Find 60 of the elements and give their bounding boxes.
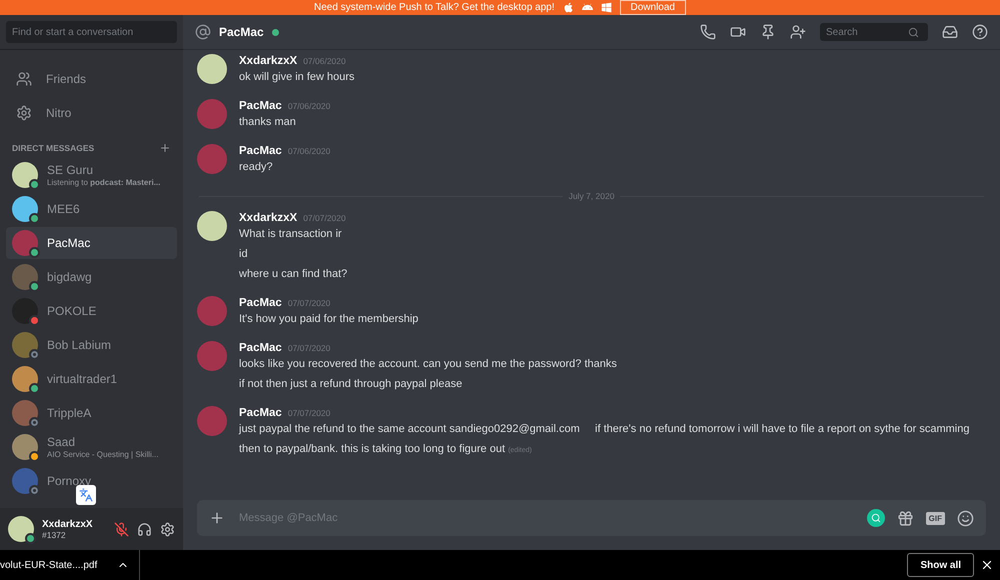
search-field[interactable]: Search xyxy=(820,23,928,41)
dm-name: PacMac xyxy=(47,236,90,250)
author-name: PacMac xyxy=(239,342,282,354)
gif-button[interactable]: GIF xyxy=(926,512,945,524)
search-input[interactable]: Search xyxy=(824,26,908,38)
user-tag: #1372 xyxy=(42,530,93,540)
dm-name: virtualtrader1 xyxy=(47,372,118,386)
channel-title: PacMac xyxy=(219,25,264,39)
message-text: What is transaction ir xyxy=(239,227,343,242)
dm-item[interactable]: virtualtrader1 xyxy=(6,363,177,395)
message-text: It's how you paid for the membership xyxy=(239,312,418,327)
dm-item[interactable]: Pornoxy xyxy=(6,465,177,497)
dm-name: Bob Labium xyxy=(47,338,112,352)
download-button[interactable]: Download xyxy=(620,0,686,15)
message-text: thanks man xyxy=(239,115,297,130)
dm-name: MEE6 xyxy=(47,202,80,216)
dm-item[interactable]: PacMac xyxy=(6,227,177,259)
timestamp: 07/07/2020 xyxy=(288,298,330,308)
author-name: XxdarkzxX xyxy=(239,55,298,67)
dm-name: bigdawg xyxy=(47,270,92,284)
message-text: id xyxy=(239,247,249,262)
dm-item[interactable]: bigdawg xyxy=(6,261,177,293)
timestamp: 07/06/2020 xyxy=(303,56,346,66)
timestamp: 07/07/2020 xyxy=(288,408,330,418)
timestamp: 07/06/2020 xyxy=(288,146,330,156)
dm-name: Saad xyxy=(47,434,76,448)
dm-name: POKOLE xyxy=(47,304,96,318)
file-name[interactable]: volut-EUR-State....pdf xyxy=(0,560,98,570)
activity-text: Listening to podcast: Masteri... xyxy=(47,176,160,188)
activity-text: AIO Service - Questing | Skilli... xyxy=(47,448,158,460)
user-name: XxdarkzxX xyxy=(42,518,93,530)
message-text: ok will give in few hours xyxy=(239,70,355,85)
show-all-button[interactable]: Show all xyxy=(907,553,974,577)
message-text: where u can find that? xyxy=(239,267,348,282)
search-field[interactable]: Find or start a conversation xyxy=(6,21,177,43)
dm-item[interactable]: SE Guru Listening to podcast: Masteri... xyxy=(6,159,177,191)
dm-item[interactable]: POKOLE xyxy=(6,295,177,327)
timestamp: 07/06/2020 xyxy=(288,101,330,111)
nav-item[interactable]: Friends xyxy=(0,62,183,96)
dm-name: TrippleA xyxy=(47,406,92,420)
dm-item[interactable]: MEE6 xyxy=(6,193,177,225)
author-name: PacMac xyxy=(239,297,282,309)
nav-item[interactable]: Nitro xyxy=(0,96,183,130)
dm-name: Pornoxy xyxy=(47,474,92,488)
dm-name: SE Guru xyxy=(47,162,94,176)
author-name: PacMac xyxy=(239,407,282,419)
author-name: PacMac xyxy=(239,145,282,157)
message-text: looks like you recovered the account. can you send me the password? thanks xyxy=(239,357,617,372)
section-heading: DIRECT MESSAGES xyxy=(12,143,94,153)
dm-item[interactable]: TrippleA xyxy=(6,397,177,429)
dm-item[interactable]: Bob Labium xyxy=(6,329,177,361)
message-text: if not then just a refund through paypal please xyxy=(239,377,464,392)
author-name: PacMac xyxy=(239,100,282,112)
author-name: XxdarkzxX xyxy=(239,212,298,224)
timestamp: 07/07/2020 xyxy=(288,343,330,353)
message-text: ready? xyxy=(239,160,274,175)
banner-text: Need system-wide Push to Talk? Get the desktop app! xyxy=(314,2,555,13)
dm-item[interactable]: Saad AIO Service - Questing | Skilli... xyxy=(6,431,177,463)
timestamp: 07/07/2020 xyxy=(303,213,346,223)
date-divider: July 7, 2020 xyxy=(568,191,614,201)
